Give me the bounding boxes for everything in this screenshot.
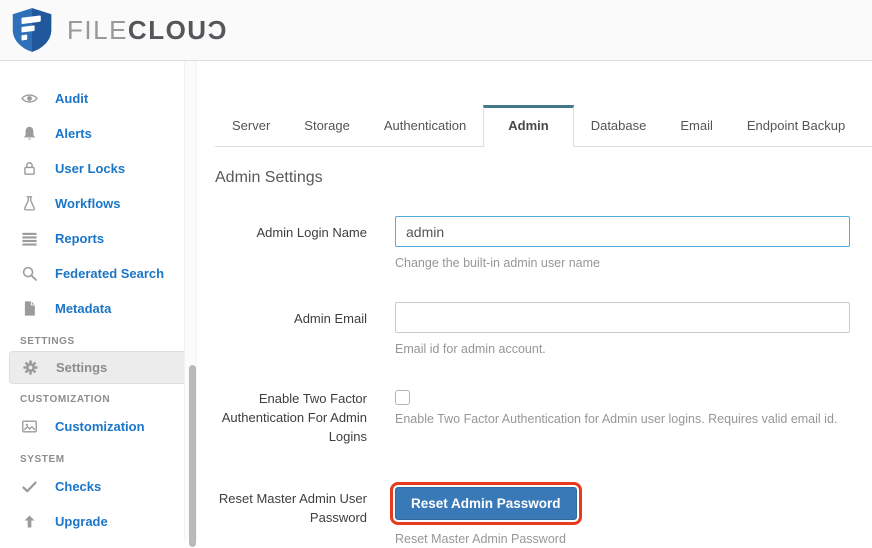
reset-admin-password-button[interactable]: Reset Admin Password [395,487,577,520]
sidebar: Audit Alerts User Locks Workflows Report… [0,61,197,541]
sidebar-item-label: Federated Search [55,266,164,281]
admin-email-label: Admin Email [215,302,367,358]
two-factor-help: Enable Two Factor Authentication for Adm… [395,410,850,428]
file-icon [21,300,38,317]
sidebar-item-customization[interactable]: Customization [0,409,197,444]
two-factor-label: Enable Two Factor Authentication For Adm… [215,388,367,447]
filecloud-logo: FILECLOUƆ [11,7,228,53]
search-icon [21,265,38,282]
brand-text-bold: CLOUƆ [128,15,228,45]
sidebar-item-alerts[interactable]: Alerts [0,116,197,151]
sidebar-item-label: Checks [55,479,101,494]
main-content: Server Storage Authentication Admin Data… [197,61,872,541]
shield-logo-icon [11,7,53,53]
brand-wordmark: FILECLOUƆ [67,15,228,46]
sidebar-item-metadata[interactable]: Metadata [0,291,197,326]
sidebar-item-label: Upgrade [55,514,108,529]
image-icon [21,418,38,435]
settings-tab-bar: Server Storage Authentication Admin Data… [215,105,872,147]
list-icon [21,230,38,247]
sidebar-item-label: Alerts [55,126,92,141]
sidebar-section-system: SYSTEM [0,444,197,469]
bell-icon [21,125,38,142]
sidebar-item-settings[interactable]: Settings [9,351,188,384]
tab-admin[interactable]: Admin [483,105,573,147]
sidebar-item-user-locks[interactable]: User Locks [0,151,197,186]
app-header: FILECLOUƆ [0,0,872,61]
sidebar-section-settings: SETTINGS [0,326,197,351]
sidebar-item-federated-search[interactable]: Federated Search [0,256,197,291]
form-row-admin-login-name: Admin Login Name Change the built-in adm… [215,216,872,272]
reset-password-label: Reset Master Admin User Password [215,481,367,548]
sidebar-item-label: Customization [55,419,145,434]
sidebar-scrollbar-thumb[interactable] [189,365,196,547]
admin-login-name-help: Change the built-in admin user name [395,254,850,272]
admin-settings-form: Admin Login Name Change the built-in adm… [215,216,872,548]
form-row-two-factor: Enable Two Factor Authentication For Adm… [215,388,872,447]
tab-server[interactable]: Server [215,105,287,146]
tab-email[interactable]: Email [663,105,730,146]
sidebar-item-label: Settings [56,360,107,375]
sidebar-item-audit[interactable]: Audit [0,81,197,116]
check-icon [21,478,38,495]
form-row-reset-password: Reset Master Admin User Password Reset A… [215,481,872,548]
tab-authentication[interactable]: Authentication [367,105,483,146]
admin-email-input[interactable] [395,302,850,333]
tab-database[interactable]: Database [574,105,664,146]
brand-text-light: FILE [67,15,128,45]
sidebar-item-label: Metadata [55,301,111,316]
two-factor-checkbox[interactable] [395,390,410,405]
admin-login-name-label: Admin Login Name [215,216,367,272]
lock-icon [21,160,38,177]
sidebar-section-customization: CUSTOMIZATION [0,384,197,409]
admin-email-help: Email id for admin account. [395,340,850,358]
admin-login-name-input[interactable] [395,216,850,247]
eye-icon [21,90,38,107]
sidebar-item-label: User Locks [55,161,125,176]
arrow-up-icon [21,513,38,530]
sidebar-item-checks[interactable]: Checks [0,469,197,504]
form-row-admin-email: Admin Email Email id for admin account. [215,302,872,358]
flask-icon [21,195,38,212]
sidebar-item-label: Reports [55,231,104,246]
tab-endpoint-backup[interactable]: Endpoint Backup [730,105,862,146]
sidebar-item-label: Audit [55,91,88,106]
sidebar-item-upgrade[interactable]: Upgrade [0,504,197,539]
page-title: Admin Settings [215,169,872,187]
sidebar-item-reports[interactable]: Reports [0,221,197,256]
tab-storage[interactable]: Storage [287,105,367,146]
reset-password-help: Reset Master Admin Password [395,530,850,548]
gear-icon [22,359,39,376]
sidebar-item-workflows[interactable]: Workflows [0,186,197,221]
sidebar-item-label: Workflows [55,196,121,211]
